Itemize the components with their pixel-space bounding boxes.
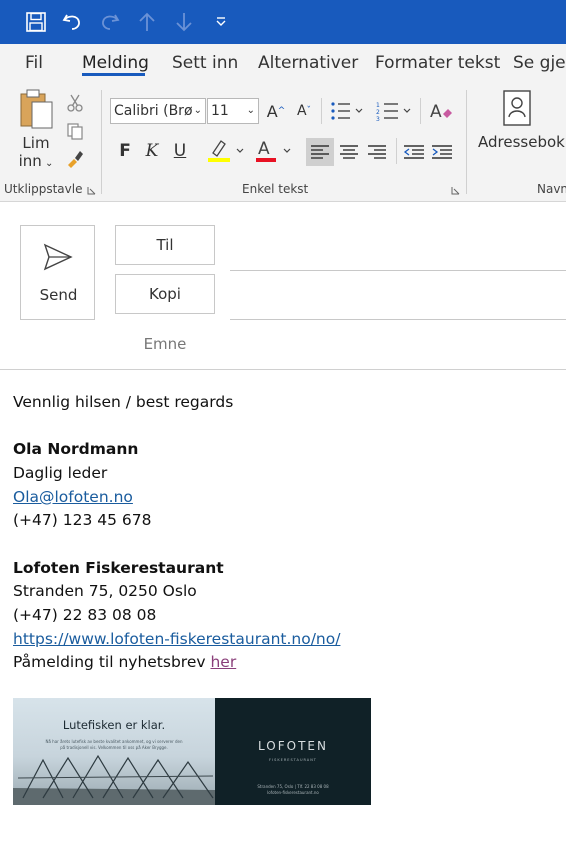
ribbon-tabs: Fil Melding Sett inn Alternativer Format… (0, 44, 566, 84)
compose-header: Send Til Kopi Emne (0, 203, 566, 370)
signature-phone: (+47) 123 45 678 (13, 511, 152, 529)
ribbon-separator (466, 90, 467, 194)
align-left-icon[interactable] (306, 138, 334, 166)
clipboard-group-label: Utklippstavle (4, 182, 83, 196)
ribbon-separator (396, 138, 397, 164)
company-name: Lofoten Fiskerestaurant (13, 559, 224, 577)
paste-icon (20, 89, 53, 129)
clear-formatting-icon[interactable]: A (428, 98, 454, 124)
fish-drying-rack-image (13, 754, 215, 805)
send-button[interactable]: Send (20, 225, 95, 320)
chevron-down-icon: ⌄ (246, 105, 255, 116)
arrow-down-icon[interactable] (170, 8, 198, 36)
decrease-indent-icon[interactable] (401, 138, 427, 166)
bullets-icon[interactable] (328, 98, 366, 124)
svg-text:A: A (258, 139, 270, 159)
banner-photo: Lutefisken er klar. Nå har årets lutefis… (13, 698, 215, 805)
signature-banner[interactable]: Lutefisken er klar. Nå har årets lutefis… (13, 698, 371, 805)
format-painter-icon[interactable] (64, 148, 86, 170)
greeting-text: Vennlig hilsen / best regards (13, 393, 234, 411)
dialog-launcher-icon[interactable] (451, 186, 460, 195)
tab-insert[interactable]: Sett inn (172, 53, 238, 73)
numbering-icon[interactable]: 123 (374, 98, 414, 124)
ribbon: Lim inn ⌄ Utklippstavle Calibri (Brø ⌄ 11… (0, 84, 566, 202)
shrink-font-icon[interactable]: Aˇ (292, 99, 316, 123)
svg-text:1: 1 (376, 102, 380, 109)
active-tab-indicator (82, 73, 145, 76)
address-book-label[interactable]: Adressebok K (478, 133, 566, 151)
banner-logo-panel: LOFOTEN FISKERESTAURANT Stranden 75, Osl… (215, 698, 371, 805)
svg-text:2: 2 (376, 109, 380, 116)
paste-label-1: Lim (22, 134, 50, 152)
cut-icon[interactable] (64, 92, 86, 114)
grow-font-icon[interactable]: A ^ (264, 99, 288, 123)
signature-name: Ola Nordmann (13, 440, 139, 458)
dialog-launcher-icon[interactable] (87, 186, 96, 195)
chevron-down-icon: ⌄ (193, 105, 202, 116)
italic-button[interactable]: K (140, 138, 164, 164)
tab-options[interactable]: Alternativer (258, 53, 358, 73)
undo-icon[interactable] (58, 8, 86, 36)
paste-button[interactable]: Lim inn ⌄ (14, 88, 58, 174)
to-button[interactable]: Til (115, 225, 215, 265)
newsletter-line: Påmelding til nyhetsbrev her (13, 653, 236, 671)
chevron-down-icon: ⌄ (41, 158, 54, 169)
signature-title: Daglig leder (13, 464, 108, 482)
bold-button[interactable]: F (113, 138, 137, 164)
banner-body-text: Nå har årets lutefisk av beste kvalitet … (45, 739, 183, 750)
font-name-select[interactable]: Calibri (Brø ⌄ (110, 98, 206, 124)
company-phone: (+47) 22 83 08 08 (13, 606, 157, 624)
quick-access-toolbar (0, 0, 566, 44)
tab-file[interactable]: Fil (25, 53, 43, 73)
company-address: Stranden 75, 0250 Oslo (13, 582, 197, 600)
arrow-up-icon[interactable] (133, 8, 161, 36)
ribbon-separator (101, 90, 102, 194)
address-book-icon[interactable] (500, 88, 534, 128)
redo-icon[interactable] (96, 8, 124, 36)
customize-qat-icon[interactable] (207, 8, 235, 36)
svg-text:A: A (430, 102, 442, 122)
font-size-select[interactable]: 11 ⌄ (207, 98, 259, 124)
svg-text:3: 3 (376, 116, 380, 121)
copy-icon[interactable] (64, 120, 86, 142)
banner-address: Stranden 75, Oslo | Tlf. 22 83 08 08 lofo… (257, 784, 329, 795)
send-icon (43, 243, 73, 271)
ribbon-separator (420, 98, 421, 124)
to-field[interactable] (230, 270, 566, 271)
cc-field[interactable] (230, 319, 566, 320)
tab-review[interactable]: Se gjen (513, 53, 566, 73)
banner-logo-subtitle: FISKERESTAURANT (269, 758, 317, 762)
banner-headline: Lutefisken er klar. (62, 718, 166, 732)
tab-format-text[interactable]: Formater tekst (375, 53, 500, 73)
font-color-icon[interactable]: A (252, 136, 296, 166)
paste-label-2: inn ⌄ (18, 152, 54, 170)
save-icon[interactable] (22, 8, 50, 36)
cc-button[interactable]: Kopi (115, 274, 215, 314)
tab-message[interactable]: Melding (82, 53, 149, 73)
newsletter-text: Påmelding til nyhetsbrev (13, 653, 211, 671)
send-label: Send (39, 286, 78, 304)
align-right-icon[interactable] (364, 138, 390, 166)
ribbon-separator (321, 98, 322, 124)
names-group-label: Navn (537, 182, 566, 196)
underline-button[interactable]: U (168, 138, 192, 164)
banner-logo: LOFOTEN (258, 739, 328, 753)
website-link[interactable]: https://www.lofoten-fiskerestaurant.no/n… (13, 630, 340, 648)
increase-indent-icon[interactable] (429, 138, 455, 166)
subject-label: Emne (143, 335, 187, 353)
align-center-icon[interactable] (336, 138, 362, 166)
highlight-color-icon[interactable] (204, 136, 248, 166)
signature-email-link[interactable]: Ola@lofoten.no (13, 488, 133, 506)
basic-text-group-label: Enkel tekst (242, 182, 309, 196)
newsletter-link[interactable]: her (210, 653, 236, 671)
